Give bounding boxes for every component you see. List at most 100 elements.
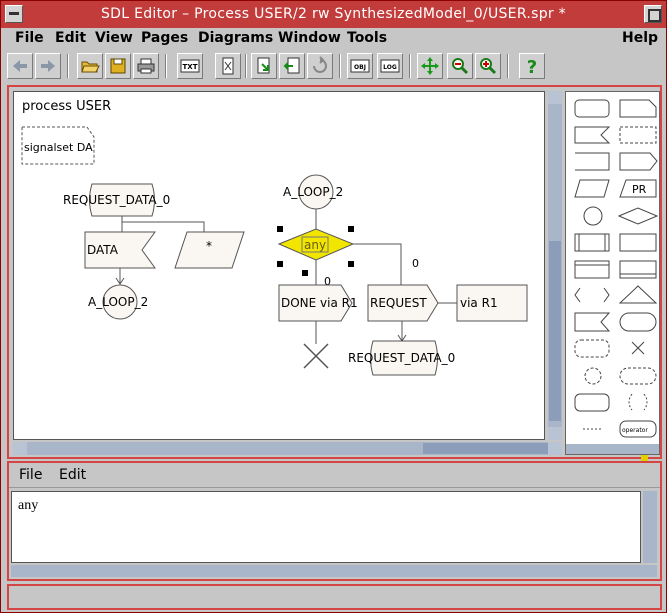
text-menu-edit[interactable]: Edit [59,467,86,483]
scroll-right-arrow[interactable] [548,442,562,455]
text-horizontal-scrollbar[interactable] [11,565,657,577]
nextstate-request-data-0[interactable]: REQUEST_DATA_0 [348,340,455,376]
log-button[interactable]: LOG [377,53,403,79]
open-button[interactable] [77,53,103,79]
move-button[interactable] [417,53,443,79]
state-request-data-0[interactable]: REQUEST_DATA_0 [63,183,170,217]
palette-procedure-reference[interactable]: PR [619,179,657,198]
zoom-in-button[interactable] [475,53,501,79]
menu-window[interactable]: Window [278,30,341,46]
print-button[interactable] [133,53,159,79]
horizontal-scroll-thumb[interactable] [423,443,548,454]
help-question-icon: ? [527,57,537,76]
palette-exception-symbol[interactable] [628,393,648,411]
status-bar [7,584,662,610]
canvas-vertical-scrollbar[interactable] [548,91,562,440]
svg-text:via R1: via R1 [460,296,498,310]
palette-scrollbar[interactable] [566,444,659,454]
palette-stop-symbol[interactable] [631,341,645,355]
palette-macro-symbol[interactable] [619,260,657,279]
svg-text:OBJ: OBJ [354,64,366,71]
palette-priority-input[interactable] [574,312,611,332]
palette-start-symbol[interactable] [618,285,658,304]
selection-handle[interactable] [302,270,308,276]
selection-handle[interactable] [348,261,354,267]
palette-decision-symbol[interactable] [617,207,659,225]
nextstate-a-loop-2-left[interactable]: A_LOOP_2 [88,284,148,320]
palette-terminator-symbol[interactable] [619,312,657,332]
selection-handle[interactable] [348,226,354,232]
export-button[interactable] [279,53,305,79]
organizer-button[interactable]: OBJ [347,53,373,79]
output-done-via-r1[interactable]: DONE via R1 [278,284,358,322]
palette-task-symbol[interactable] [575,152,610,171]
svg-text:signalset DA: signalset DA [24,141,93,154]
palette-operator-symbol[interactable]: operator [619,420,657,438]
menu-help[interactable]: Help [622,30,658,46]
state-a-loop-2-right[interactable]: A_LOOP_2 [283,174,343,210]
text-editor-frame: File Edit any [7,461,662,581]
diagram-frame: process USER signalset DA REQUEST_DATA_0… [7,85,662,459]
menu-pages[interactable]: Pages [141,30,188,46]
zoom-out-button[interactable] [447,53,473,79]
menu-bar: File Edit View Pages Diagrams Window Too… [5,29,662,50]
symbol-text-content[interactable]: any [18,498,38,514]
import-button[interactable] [251,53,277,79]
palette-option-symbol[interactable] [574,287,610,303]
forward-arrow-icon [41,60,55,72]
toolbar: TXT OBJ LOG ? [5,51,662,83]
window-title: SDL Editor – Process USER/2 rw Synthesiz… [100,6,566,22]
menu-file[interactable]: File [15,30,44,46]
output-request[interactable]: REQUEST [367,284,439,322]
menu-tools[interactable]: Tools [347,30,387,46]
palette-create-symbol[interactable] [574,260,610,279]
save-button[interactable] [105,53,131,79]
save-symbol[interactable]: * [174,231,245,269]
palette-join-symbol[interactable] [584,367,602,385]
symbol-text-area[interactable]: any [11,491,641,563]
palette-process-symbol[interactable] [574,233,610,252]
diagram-canvas[interactable]: process USER signalset DA REQUEST_DATA_0… [13,91,545,440]
palette-procedure-call[interactable] [619,233,657,252]
page-button[interactable] [215,53,241,79]
palette-connector-symbol[interactable] [583,206,603,226]
svg-text:REQUEST_DATA_0: REQUEST_DATA_0 [348,351,455,365]
sdl-editor-window: SDL Editor – Process USER/2 rw Synthesiz… [0,0,667,613]
palette-nextstate-symbol[interactable] [574,339,610,358]
text-menu-file[interactable]: File [19,467,42,483]
help-button[interactable]: ? [519,53,545,79]
vertical-scroll-thumb[interactable] [549,241,561,421]
palette-return-symbol[interactable] [574,393,610,412]
text-symbol-button[interactable]: TXT [177,53,203,79]
palette-output-symbol[interactable] [619,152,658,171]
menu-view[interactable]: View [95,30,133,46]
symbol-palette: PR operator [565,91,660,455]
palette-input-symbol[interactable] [574,126,611,144]
maximize-button[interactable] [644,5,662,23]
selection-handle[interactable] [277,226,283,232]
palette-save-symbol[interactable] [574,179,610,198]
via-r1-comment[interactable]: via R1 [456,284,528,322]
canvas-horizontal-scrollbar[interactable] [13,442,562,455]
refresh-button[interactable] [307,53,333,79]
svg-text:?: ? [527,57,537,76]
svg-text:any: any [304,238,326,252]
stop-symbol[interactable] [303,343,329,369]
signalset-symbol[interactable]: signalset DA [21,126,95,165]
scroll-up-arrow[interactable] [548,91,562,104]
title-bar[interactable]: SDL Editor – Process USER/2 rw Synthesiz… [1,1,666,28]
selection-handle[interactable] [277,261,283,267]
back-button[interactable] [7,53,33,79]
forward-button[interactable] [35,53,61,79]
menu-diagrams[interactable]: Diagrams [198,30,273,46]
text-vertical-scrollbar[interactable] [643,491,657,563]
palette-comment-symbol[interactable] [619,126,657,144]
scroll-left-arrow[interactable] [13,442,27,455]
svg-text:REQUEST_DATA_0: REQUEST_DATA_0 [63,193,170,207]
palette-continuous-signal[interactable] [619,367,657,385]
palette-state-symbol[interactable] [574,99,610,118]
palette-text-symbol[interactable] [619,99,657,118]
scroll-down-arrow[interactable] [548,427,562,440]
input-data[interactable]: DATA [84,231,156,269]
menu-edit[interactable]: Edit [55,30,86,46]
